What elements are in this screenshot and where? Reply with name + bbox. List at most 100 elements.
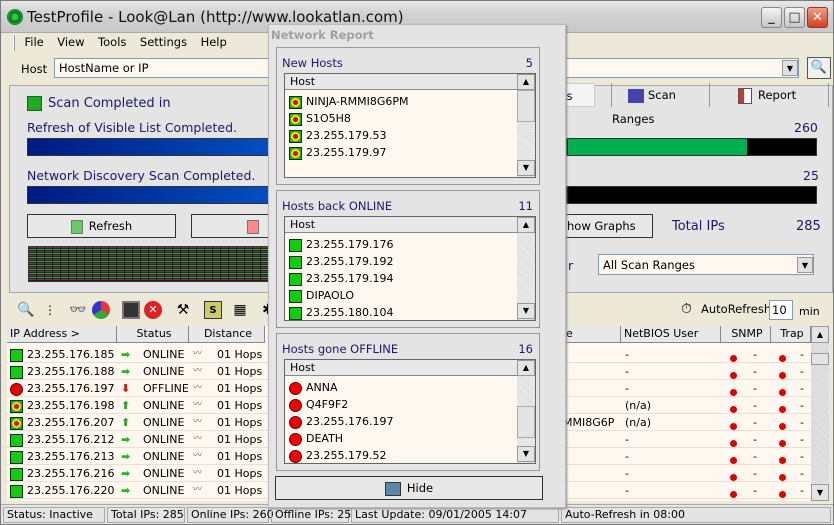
distance-text: 01 Hops — [217, 365, 263, 378]
snmp-value: - — [753, 484, 757, 497]
snmp-value: - — [753, 348, 757, 361]
menu-help[interactable]: Help — [201, 35, 227, 49]
report-host-item[interactable]: 23.255.180.104 — [289, 304, 393, 320]
report-host-name: 23.255.179.176 — [306, 238, 394, 251]
report-host-item[interactable]: DIPAOLO — [289, 287, 354, 304]
report-host-list: Host ANNA Q4F9F2 23.255.176.197 DEATH 23.255… — [284, 359, 536, 464]
show-graphs-button[interactable]: how Graphs — [558, 214, 653, 238]
report-host-item[interactable]: S1O5H8 — [289, 110, 351, 127]
trap-value: - — [800, 433, 804, 446]
distance-text: 01 Hops — [217, 484, 263, 497]
snmp-value: - — [753, 433, 757, 446]
status-arrow-icon: ➡ — [121, 484, 131, 497]
refresh-button[interactable]: Refresh — [27, 214, 176, 238]
host-new-icon — [289, 146, 302, 160]
host-search-button[interactable]: 🔍 — [807, 57, 831, 79]
scan-range-select[interactable]: All Scan Ranges — [598, 254, 814, 275]
zoom-icon[interactable]: 🔍 — [17, 301, 35, 319]
distance-text: 01 Hops — [217, 433, 263, 446]
ip-address: 23.255.176.185 — [27, 348, 115, 361]
scroll-up-button[interactable]: ▲ — [517, 217, 535, 233]
trap-value: - — [800, 365, 804, 378]
scan-range-select-value: All Scan Ranges — [603, 258, 695, 272]
tab-scan-ranges[interactable]: Scan Ranges — [611, 83, 711, 126]
report-list-header[interactable]: Host — [285, 74, 517, 90]
report-host-item[interactable]: DEATH — [289, 430, 343, 447]
report-host-item[interactable]: ANNA — [289, 379, 338, 396]
script-icon[interactable]: S — [204, 301, 222, 319]
col-distance[interactable]: Distance — [189, 326, 265, 343]
trap-value: - — [800, 416, 804, 429]
grid-scrollbar[interactable]: ▲ ▼ — [811, 326, 829, 501]
network-map-icon[interactable]: ▦ — [231, 301, 249, 319]
minimize-button[interactable]: _ — [761, 7, 782, 28]
autorefresh-interval-input[interactable]: 10 — [769, 300, 793, 320]
menu-settings[interactable]: Settings — [140, 35, 187, 49]
host-new-icon — [289, 129, 302, 143]
report-list-scrollbar[interactable]: ▲ ▼ — [517, 360, 535, 463]
scroll-down-button[interactable]: ▼ — [517, 303, 535, 319]
ip-cell: 23.255.176.197 — [10, 381, 114, 397]
scroll-thumb[interactable] — [517, 406, 535, 438]
menu-tools[interactable]: Tools — [98, 35, 126, 49]
menu-file[interactable]: File — [25, 35, 44, 49]
report-host-name: 23.255.179.52 — [306, 449, 387, 462]
hops-icon: 〰 — [193, 468, 203, 478]
report-list-scrollbar[interactable]: ▲ ▼ — [517, 74, 535, 177]
host-online-icon — [10, 433, 23, 447]
report-host-item[interactable]: 23.255.179.97 — [289, 144, 386, 161]
delete-icon[interactable]: ✕ — [144, 301, 162, 319]
report-host-item[interactable]: 23.255.179.194 — [289, 270, 393, 287]
status-arrow-icon: ➡ — [121, 467, 131, 480]
tab-report[interactable]: Report — [709, 83, 829, 107]
col-ip-address[interactable]: IP Address > — [7, 326, 117, 343]
binoculars-icon[interactable]: 👓 — [69, 301, 87, 319]
col-trap[interactable]: Trap — [771, 326, 811, 343]
col-status[interactable]: Status — [117, 326, 189, 343]
scroll-thumb[interactable] — [811, 353, 829, 365]
scroll-down-button[interactable]: ▼ — [517, 160, 535, 176]
report-host-item[interactable]: Q4F9F2 — [289, 396, 348, 413]
hide-report-button[interactable]: Hide — [275, 476, 543, 500]
distance-text: 01 Hops — [217, 467, 263, 480]
maximize-button[interactable]: □ — [784, 7, 805, 28]
report-host-item[interactable]: 23.255.179.192 — [289, 253, 393, 270]
scroll-down-button[interactable]: ▼ — [517, 446, 535, 462]
scroll-up-button[interactable]: ▲ — [517, 74, 535, 90]
col-snmp[interactable]: SNMP — [721, 326, 771, 343]
status-offline-ips: Offline IPs: 25 — [271, 507, 351, 523]
scroll-thumb[interactable] — [517, 90, 535, 122]
tools-icon[interactable]: ⚒ — [174, 301, 192, 319]
col-netbios-name[interactable]: e — [563, 326, 621, 343]
pie-chart-icon[interactable] — [92, 301, 110, 319]
scan-range-dropdown-arrow[interactable]: ▼ — [797, 257, 813, 273]
close-icon: ✕ — [812, 10, 823, 25]
status-auto-refresh: Auto-Refresh in 08:00 — [561, 507, 831, 523]
status-arrow-icon: ➡ — [121, 450, 131, 463]
app-radar-icon — [7, 9, 23, 25]
online-bar-fill — [568, 139, 747, 155]
report-host-item[interactable]: 23.255.179.53 — [289, 127, 386, 144]
ip-cell: 23.255.176.188 — [10, 364, 114, 380]
scroll-up-button[interactable]: ▲ — [517, 360, 535, 376]
host-dropdown-arrow[interactable]: ▼ — [782, 60, 798, 76]
tree-view-icon[interactable]: ⋮ — [41, 301, 59, 319]
hand-icon — [384, 481, 401, 496]
scroll-down-button[interactable]: ▼ — [811, 484, 829, 501]
close-button[interactable]: ✕ — [807, 7, 828, 28]
report-list-header[interactable]: Host — [285, 360, 517, 376]
distance-text: 01 Hops — [217, 416, 263, 429]
status-arrow-icon: ➡ — [121, 365, 131, 378]
report-host-item[interactable]: 23.255.176.197 — [289, 413, 393, 430]
report-host-item[interactable]: NINJA-RMMI8G6PM — [289, 93, 409, 110]
host-new-icon — [289, 112, 302, 126]
report-host-item[interactable]: 23.255.179.52 — [289, 447, 387, 463]
save-icon[interactable] — [122, 301, 140, 319]
col-netbios-user[interactable]: NetBIOS User — [621, 326, 721, 343]
report-host-item[interactable]: 23.255.179.176 — [289, 236, 393, 253]
report-list-scrollbar[interactable]: ▲ ▼ — [517, 217, 535, 320]
scroll-up-button[interactable]: ▲ — [811, 326, 829, 343]
menu-view[interactable]: View — [57, 35, 84, 49]
tab-hosts[interactable]: ts — [561, 83, 595, 107]
report-list-header[interactable]: Host — [285, 217, 517, 233]
